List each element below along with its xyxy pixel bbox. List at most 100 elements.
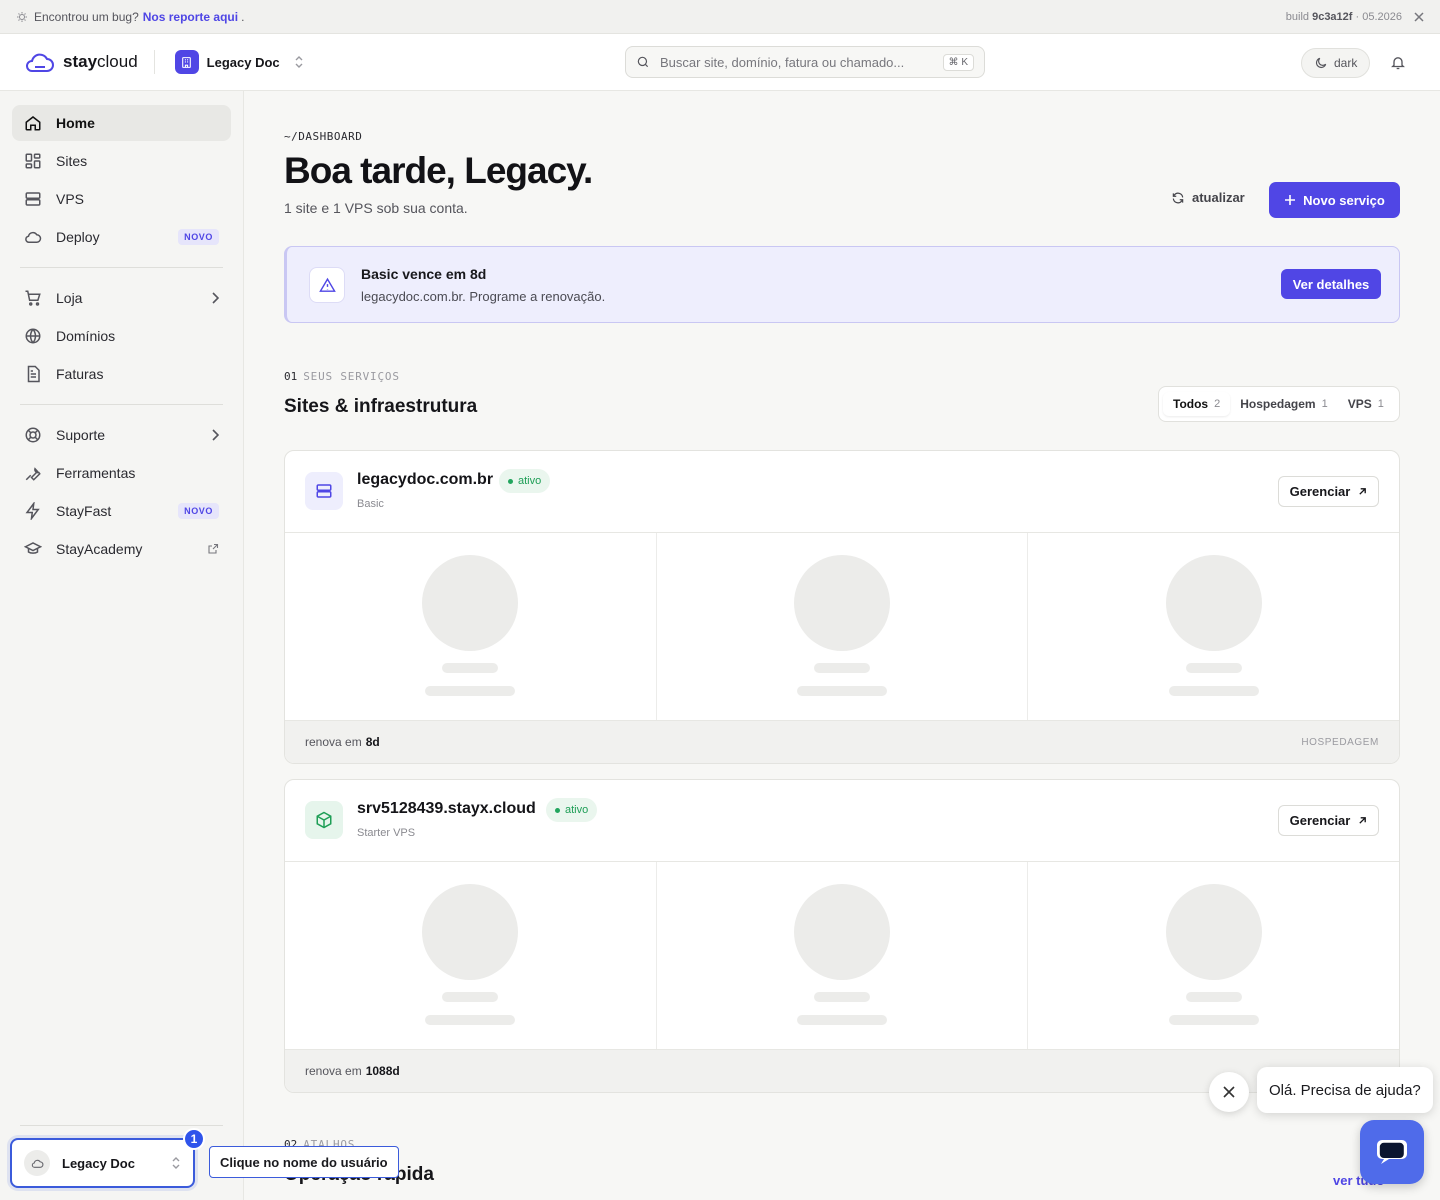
alert-description: legacydoc.com.br. Programe a renovação. [361, 289, 606, 304]
refresh-button[interactable]: atualizar [1171, 190, 1245, 205]
sidebar-item-label: Domínios [56, 328, 116, 344]
status-label: ativo [565, 804, 589, 816]
chat-greeting-bubble[interactable]: Olá. Precisa de ajuda? [1257, 1067, 1433, 1113]
chat-icon [1376, 1139, 1408, 1165]
lightning-icon [24, 502, 42, 520]
sidebar-item-stayacademy[interactable]: StayAcademy [12, 531, 231, 567]
sidebar-item-label: Deploy [56, 229, 100, 245]
globe-icon [24, 327, 42, 345]
header-divider [153, 50, 155, 74]
service-card-header: srv5128439.stayx.cloud ativo Starter VPS… [285, 780, 1399, 862]
server-icon [24, 190, 42, 208]
breadcrumb: ~/DASHBOARD [284, 130, 363, 143]
sidebar-item-label: Loja [56, 290, 83, 306]
tour-step-badge: 1 [183, 1128, 205, 1150]
account-name: Legacy Doc [206, 54, 280, 70]
report-bug-link[interactable]: Nos reporte aqui [143, 10, 238, 24]
theme-toggle-button[interactable]: dark [1301, 48, 1371, 78]
bug-banner-text: Encontrou um bug? [34, 9, 139, 24]
brand-name-light: cloud [97, 52, 138, 71]
view-details-button[interactable]: Ver detalhes [1281, 269, 1381, 299]
sidebar-item-stayfast[interactable]: StayFast NOVO [12, 493, 231, 529]
cart-icon [24, 289, 42, 307]
sidebar-item-label: StayAcademy [56, 541, 143, 557]
sidebar-item-home[interactable]: Home [12, 105, 231, 141]
page-title: Boa tarde, Legacy. [284, 150, 593, 191]
sidebar-item-suporte[interactable]: Suporte [12, 417, 231, 453]
build-label: build [1285, 10, 1310, 23]
status-label: ativo [518, 475, 542, 487]
new-badge: NOVO [178, 503, 219, 519]
service-card-footer: renova em 8d HOSPEDAGEM [285, 720, 1399, 763]
renew-value: 1088d [365, 1064, 400, 1078]
service-name[interactable]: legacydoc.com.br [357, 471, 493, 489]
top-header: staycloud Legacy Doc Buscar site, domíni… [0, 34, 1440, 91]
search-input[interactable]: Buscar site, domínio, fatura ou chamado.… [625, 46, 985, 78]
plus-icon [1284, 194, 1296, 206]
build-hash: 9c3a12f [1312, 10, 1353, 23]
graduation-cap-icon [24, 540, 42, 558]
sidebar-item-dominios[interactable]: Domínios [12, 318, 231, 354]
manage-button[interactable]: Gerenciar [1278, 805, 1379, 836]
tab-label: Todos [1173, 397, 1209, 411]
service-plan: Basic [357, 498, 384, 510]
service-plan: Starter VPS [357, 827, 416, 839]
sidebar [0, 91, 244, 1200]
account-switcher[interactable]: Legacy Doc [174, 50, 304, 74]
cloud-icon [24, 228, 42, 246]
status-dot [555, 807, 560, 813]
metric-skeleton [657, 862, 1029, 1049]
close-banner-icon[interactable] [1414, 11, 1424, 22]
new-service-button[interactable]: Novo serviço [1269, 182, 1400, 218]
document-icon [24, 365, 42, 383]
sidebar-divider [20, 1125, 223, 1126]
metric-skeleton [657, 533, 1029, 720]
tour-hint-tooltip: Clique no nome do usuário [209, 1146, 399, 1178]
notifications-bell-icon[interactable] [1390, 54, 1406, 71]
external-link-icon [207, 543, 219, 555]
metric-skeleton [285, 862, 657, 1049]
tab-vps[interactable]: VPS 1 [1338, 392, 1394, 416]
renew-prefix: renova em [305, 1064, 362, 1078]
service-card-header: legacydoc.com.br ativo Basic Gerenciar [285, 451, 1399, 533]
service-type: HOSPEDAGEM [1301, 736, 1379, 748]
chevron-right-icon [211, 429, 219, 441]
lifebuoy-icon [24, 426, 42, 444]
sidebar-item-label: StayFast [56, 503, 112, 519]
sidebar-item-loja[interactable]: Loja [12, 280, 231, 316]
section-number: 01 [284, 370, 298, 383]
tab-count: 1 [1321, 398, 1328, 410]
tab-hospedagem[interactable]: Hospedagem 1 [1230, 392, 1337, 416]
alert-title: Basic vence em 8d [361, 266, 487, 282]
manage-label: Gerenciar [1289, 813, 1351, 828]
bug-report-banner: Encontrou um bug? Nos reporte aqui . bui… [0, 0, 1440, 34]
brand-name-bold: stay [63, 52, 98, 71]
tab-label: Hospedagem [1240, 397, 1316, 411]
cloud-logo-icon [24, 51, 55, 73]
user-switcher-button[interactable]: Legacy Doc [10, 1138, 195, 1188]
brand-logo[interactable]: staycloud [24, 51, 138, 73]
sidebar-item-vps[interactable]: VPS [12, 181, 231, 217]
close-chat-prompt-button[interactable] [1209, 1072, 1249, 1112]
renew-prefix: renova em [305, 735, 362, 749]
tab-todos[interactable]: Todos 2 [1163, 392, 1231, 416]
sidebar-item-sites[interactable]: Sites [12, 143, 231, 179]
close-icon [1223, 1086, 1235, 1098]
renew-value: 8d [365, 735, 380, 749]
sidebar-divider [20, 267, 223, 268]
chevron-up-down-icon [171, 1157, 181, 1169]
section-title: Sites & infraestrutura [284, 396, 478, 417]
build-info: build 9c3a12f · 05.2026 [1286, 11, 1402, 23]
sidebar-item-faturas[interactable]: Faturas [12, 356, 231, 392]
service-name[interactable]: srv5128439.stayx.cloud [357, 800, 536, 818]
metric-skeleton [1028, 533, 1399, 720]
manage-button[interactable]: Gerenciar [1278, 476, 1379, 507]
chevron-up-down-icon [294, 56, 304, 68]
sidebar-item-ferramentas[interactable]: Ferramentas [12, 455, 231, 491]
wrench-icon [24, 464, 42, 482]
service-card: legacydoc.com.br ativo Basic Gerenciar r… [284, 450, 1400, 764]
chat-launcher-button[interactable] [1360, 1120, 1424, 1184]
arrow-up-right-icon [1358, 816, 1367, 825]
sidebar-item-deploy[interactable]: Deploy NOVO [12, 219, 231, 255]
server-stack-icon [305, 472, 343, 510]
